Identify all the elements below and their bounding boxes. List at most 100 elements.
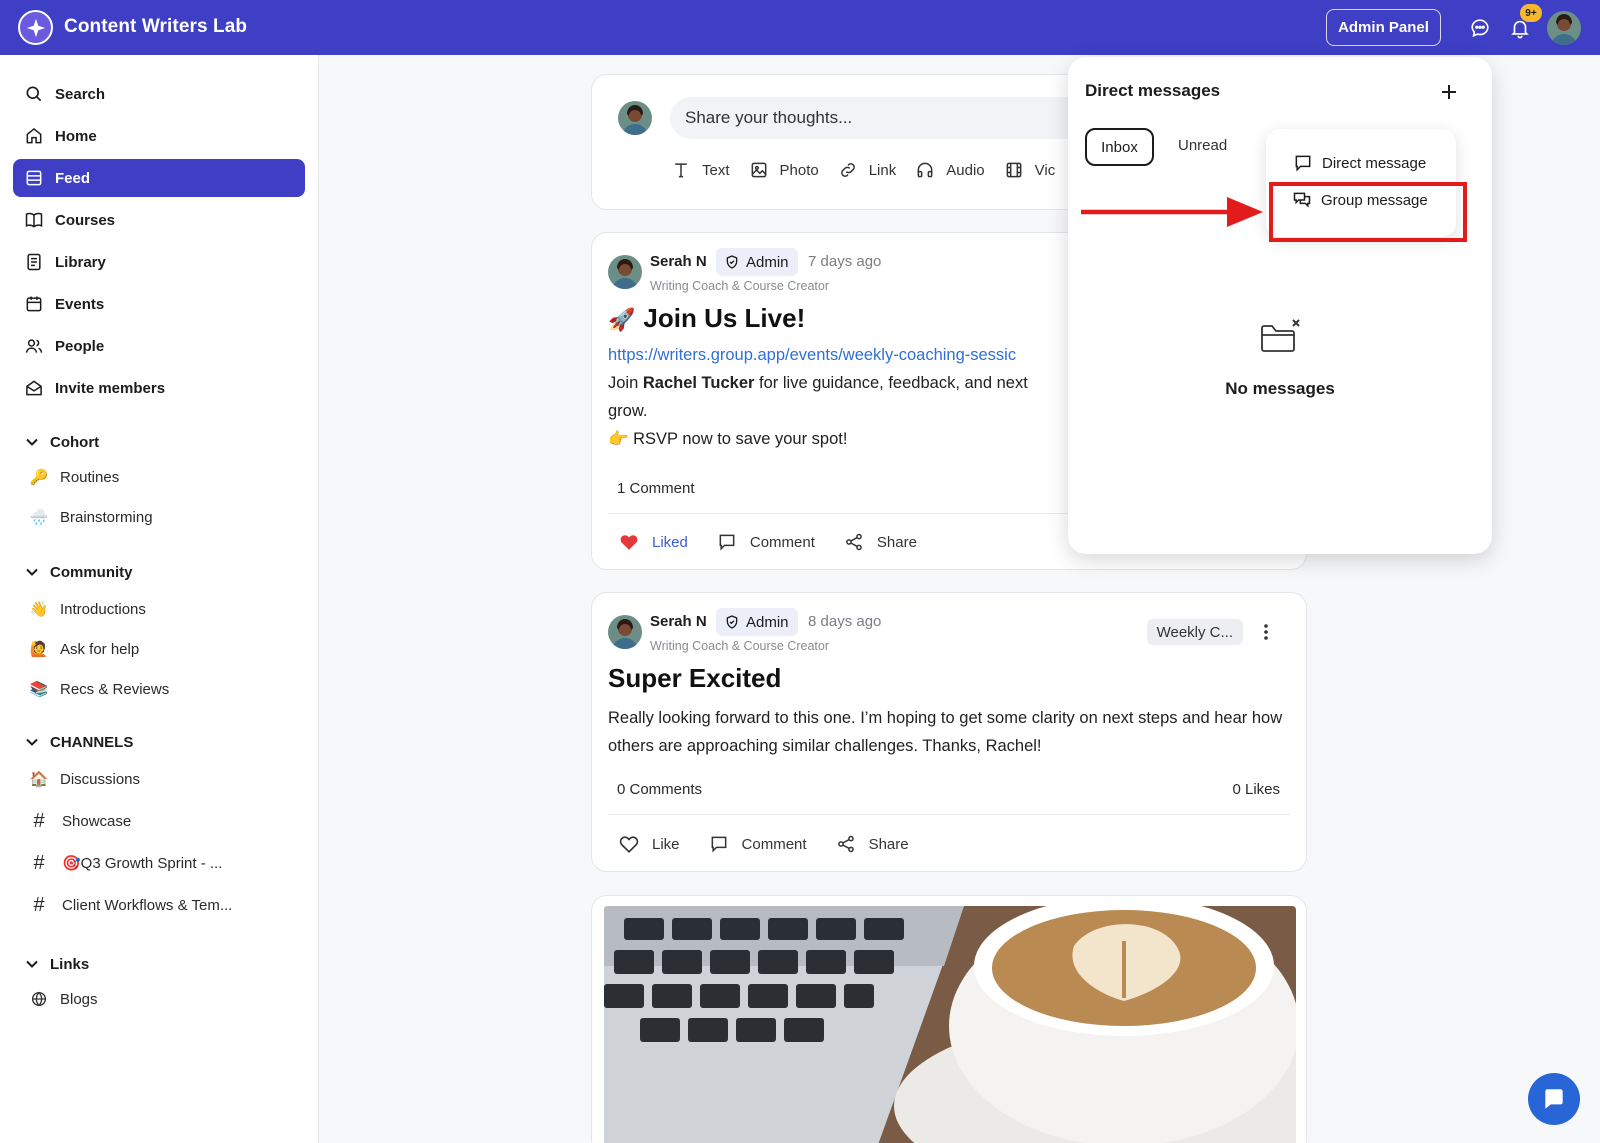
comment-button[interactable]: Comment — [716, 531, 815, 553]
message-icon — [1292, 152, 1314, 174]
empty-folder-icon — [1258, 315, 1302, 359]
sidebar-item-showcase[interactable]: # Showcase — [28, 806, 131, 836]
section-community[interactable]: Community — [24, 560, 133, 584]
post-time: 8 days ago — [808, 613, 882, 630]
book-icon — [23, 209, 45, 231]
sidebar-item-events[interactable]: Events — [13, 285, 305, 323]
tab-inbox[interactable]: Inbox — [1085, 128, 1154, 166]
globe-icon — [28, 990, 50, 1008]
chat-support-button[interactable] — [1528, 1073, 1580, 1125]
sidebar-item-label: Home — [55, 127, 97, 145]
comment-button[interactable]: Comment — [708, 833, 807, 855]
share-button[interactable]: Share — [843, 531, 917, 553]
avatar[interactable] — [608, 615, 642, 649]
sidebar-item-people[interactable]: People — [13, 327, 305, 365]
sidebar-item-q3-growth-sprint[interactable]: # 🎯Q3 Growth Sprint - ... — [28, 848, 222, 878]
plus-icon[interactable] — [1436, 79, 1462, 105]
sidebar-item-discussions[interactable]: 🏠 Discussions — [28, 764, 140, 794]
author-name[interactable]: Serah N — [650, 253, 707, 270]
post-time: 7 days ago — [808, 253, 882, 270]
like-count[interactable]: 0 Likes — [1232, 781, 1280, 798]
chat-bubble-icon[interactable] — [1467, 15, 1493, 41]
section-channels[interactable]: CHANNELS — [24, 730, 133, 754]
sidebar-item-label: Courses — [55, 211, 116, 229]
avatar — [618, 101, 652, 135]
video-tool-button[interactable]: Vic — [1003, 159, 1055, 181]
sidebar-item-label: Search — [55, 85, 106, 103]
topic-tag[interactable]: Weekly C... — [1146, 619, 1243, 645]
chevron-down-icon — [26, 438, 38, 446]
event-link[interactable]: https://writers.group.app/events/weekly-… — [608, 341, 1068, 369]
highlight-box — [1269, 182, 1467, 242]
sidebar-item-recs-reviews[interactable]: 📚 Recs & Reviews — [28, 674, 170, 704]
sidebar-item-courses[interactable]: Courses — [13, 201, 305, 239]
menu-item-direct-message[interactable]: Direct message — [1292, 149, 1426, 177]
author-subtitle: Writing Coach & Course Creator — [650, 279, 830, 293]
like-button[interactable]: Liked — [618, 531, 688, 553]
hash-icon: # — [33, 893, 45, 916]
chat-icon — [1545, 1089, 1563, 1109]
shield-icon — [726, 255, 738, 269]
tab-unread[interactable]: Unread — [1178, 137, 1227, 154]
coffee-laptop-image[interactable] — [604, 906, 1296, 1143]
chevron-down-icon — [26, 568, 38, 576]
chevron-down-icon — [26, 960, 38, 968]
people-icon — [23, 335, 45, 357]
author-subtitle: Writing Coach & Course Creator — [650, 639, 830, 653]
share-icon — [835, 833, 857, 855]
image-icon — [748, 159, 770, 181]
chevron-down-icon — [26, 738, 38, 746]
link-tool-button[interactable]: Link — [837, 159, 896, 181]
app-name[interactable]: Content Writers Lab — [64, 16, 247, 38]
feed-icon — [23, 167, 45, 189]
sidebar-item-feed[interactable]: Feed — [13, 159, 305, 197]
empty-state-text: No messages — [1225, 379, 1335, 398]
comment-icon — [716, 531, 738, 553]
text-tool-button[interactable]: Text — [670, 159, 730, 181]
sidebar-item-introductions[interactable]: 👋 Introductions — [28, 594, 146, 624]
avatar[interactable] — [608, 255, 642, 289]
sidebar-item-label: Invite members — [55, 379, 166, 397]
heart-outline-icon — [618, 833, 640, 855]
sidebar-item-routines[interactable]: 🔑 Routines — [28, 462, 120, 492]
share-button[interactable]: Share — [835, 833, 909, 855]
post-title: 🚀 Join Us Live! — [608, 303, 806, 333]
audio-tool-button[interactable]: Audio — [914, 159, 985, 181]
sidebar-item-label: Events — [55, 295, 105, 313]
post-card: Serah N Admin 8 days ago Writing Coach &… — [591, 592, 1307, 872]
photo-tool-button[interactable]: Photo — [748, 159, 819, 181]
comment-count[interactable]: 1 Comment — [617, 480, 695, 497]
more-options-icon[interactable] — [1256, 619, 1276, 645]
envelope-icon — [23, 377, 45, 399]
comment-icon — [708, 833, 730, 855]
user-avatar[interactable] — [1547, 11, 1581, 45]
section-links[interactable]: Links — [24, 952, 89, 976]
admin-panel-button[interactable]: Admin Panel — [1326, 9, 1441, 46]
author-name[interactable]: Serah N — [650, 613, 707, 630]
calendar-icon — [23, 293, 45, 315]
text-icon — [670, 159, 692, 181]
sidebar: Search Home Feed Courses Library Events … — [0, 55, 319, 1143]
sidebar-item-brainstorming[interactable]: 🌧️ Brainstorming — [28, 502, 153, 532]
headphones-icon — [914, 159, 936, 181]
sidebar-item-ask-for-help[interactable]: 🙋 Ask for help — [28, 634, 140, 664]
sidebar-item-blogs[interactable]: Blogs — [28, 984, 98, 1014]
share-icon — [843, 531, 865, 553]
sidebar-item-label: Feed — [55, 169, 91, 187]
sidebar-item-invite-members[interactable]: Invite members — [13, 369, 305, 407]
sidebar-item-client-workflows[interactable]: # Client Workflows & Tem... — [28, 890, 232, 920]
composer-tools: Text Photo Link Audio Vic — [670, 159, 1073, 181]
post-body: https://writers.group.app/events/weekly-… — [608, 341, 1068, 453]
comment-count[interactable]: 0 Comments — [617, 781, 702, 798]
section-cohort[interactable]: Cohort — [24, 430, 99, 454]
sidebar-item-library[interactable]: Library — [13, 243, 305, 281]
brand-logo-icon[interactable] — [18, 10, 53, 45]
post-actions: Liked Comment Share — [618, 531, 945, 553]
post-title: Super Excited — [608, 663, 782, 693]
sidebar-item-home[interactable]: Home — [13, 117, 305, 155]
red-arrow-icon — [1081, 197, 1263, 227]
like-button[interactable]: Like — [618, 833, 680, 855]
post-card-photo — [591, 895, 1307, 1143]
role-badge: Admin — [716, 248, 798, 276]
sidebar-item-search[interactable]: Search — [13, 75, 305, 113]
